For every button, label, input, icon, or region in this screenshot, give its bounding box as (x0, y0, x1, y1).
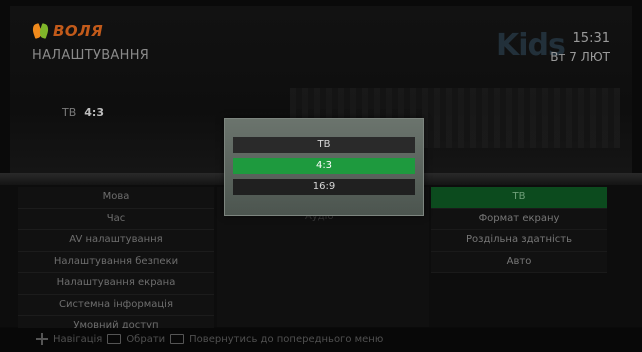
page-title: НАЛАШТУВАННЯ (32, 48, 150, 63)
format-popup: ТВ 4:3 16:9 (224, 118, 424, 216)
hint-navigation: Навігація (53, 333, 103, 345)
popup-option-16-9[interactable]: 16:9 (233, 179, 415, 195)
option-resolution[interactable]: Роздільна здатність (431, 230, 607, 252)
screen: ВОЛЯ НАЛАШТУВАННЯ Kids 15:31 Вт 7 ЛЮТ ТВ… (0, 0, 642, 352)
options-list: ТВ Формат екрану Роздільна здатність Авт… (431, 187, 607, 273)
option-screen-format[interactable]: Формат екрану (431, 208, 607, 230)
menu-item-system-info[interactable]: Системна інформація (18, 294, 214, 316)
hint-text: Навігація Обрати Повернутись до попередн… (36, 333, 383, 345)
settings-menu: Мова Час AV налаштування Налаштування бе… (18, 187, 214, 338)
menu-item-av-settings[interactable]: AV налаштування (18, 230, 214, 252)
hint-select: Обрати (126, 333, 166, 345)
hint-back: Повернутись до попереднього меню (189, 333, 384, 345)
date: Вт 7 ЛЮТ (550, 50, 610, 64)
popup-option-4-3[interactable]: 4:3 (233, 158, 415, 174)
current-setting-label: ТВ (62, 106, 77, 119)
menu-item-time[interactable]: Час (18, 208, 214, 230)
back-key-icon (170, 334, 185, 344)
leaf-logo-icon (32, 22, 50, 40)
brand-logo: ВОЛЯ (32, 22, 103, 40)
option-tv[interactable]: ТВ (431, 187, 607, 209)
brand-logo-text: ВОЛЯ (53, 22, 104, 40)
navigation-arrows-icon (36, 333, 48, 345)
option-auto[interactable]: Авто (431, 251, 607, 273)
clock: 15:31 (572, 31, 610, 46)
menu-item-screen-settings[interactable]: Налаштування екрана (18, 273, 214, 295)
ok-key-icon (107, 334, 122, 344)
current-setting: ТВ 4:3 (62, 106, 104, 119)
current-setting-value: 4:3 (84, 106, 104, 119)
menu-item-language[interactable]: Мова (18, 187, 214, 209)
popup-option-tv[interactable]: ТВ (233, 137, 415, 153)
menu-item-security[interactable]: Налаштування безпеки (18, 251, 214, 273)
